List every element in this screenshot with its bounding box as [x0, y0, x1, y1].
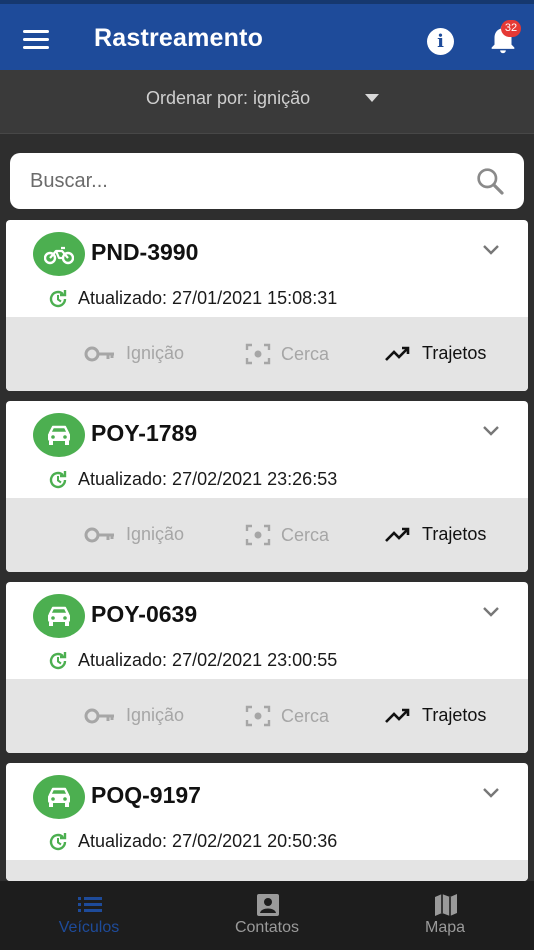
nav-vehicles-label: Veículos — [58, 919, 120, 936]
vehicle-actions: Ignição Cerca Trajetos — [6, 498, 528, 572]
update-clock-icon — [49, 652, 67, 670]
bottom-navigation: Veículos Contatos Mapa — [0, 881, 534, 950]
last-update-text: Atualizado: 27/02/2021 23:00:55 — [78, 650, 338, 670]
key-icon — [84, 708, 114, 723]
car-icon — [48, 787, 70, 807]
ignition-button[interactable]: Ignição — [84, 524, 184, 545]
update-clock-icon — [49, 833, 67, 851]
vehicle-plate: PND-3990 — [91, 239, 199, 265]
vehicle-avatar — [33, 413, 85, 457]
ignition-button[interactable]: Ignição — [84, 705, 184, 726]
fence-icon — [245, 343, 271, 365]
key-icon — [84, 527, 114, 542]
routes-label: Trajetos — [422, 524, 487, 544]
last-update-text: Atualizado: 27/02/2021 20:50:36 — [78, 831, 338, 851]
sort-label: Ordenar por: ignição — [146, 88, 311, 108]
vehicle-plate: POY-1789 — [91, 420, 198, 446]
motorcycle-icon — [44, 246, 74, 265]
car-icon — [48, 425, 70, 445]
sort-bar[interactable]: Ordenar por: ignição — [0, 70, 534, 134]
notification-badge: 32 — [501, 20, 521, 37]
last-update-text: Atualizado: 27/01/2021 15:08:31 — [78, 288, 338, 308]
info-icon[interactable]: i — [427, 28, 454, 55]
update-clock-icon — [49, 290, 67, 308]
routes-button[interactable]: Trajetos — [384, 524, 486, 545]
vehicle-plate: POY-0639 — [91, 601, 198, 627]
fence-label: Cerca — [281, 705, 330, 726]
ignition-button[interactable]: Ignição — [84, 343, 184, 364]
list-icon — [78, 897, 102, 912]
chevron-down-icon[interactable] — [482, 425, 500, 437]
chevron-down-icon[interactable] — [482, 787, 500, 799]
contact-icon — [257, 894, 279, 916]
page-title: Rastreamento — [94, 24, 264, 52]
nav-vehicles[interactable]: Veículos — [0, 881, 178, 950]
vehicle-card[interactable]: PND-3990 Atualizado: 27/01/2021 15:08:31… — [6, 220, 528, 391]
search-input[interactable] — [30, 163, 460, 199]
last-update-text: Atualizado: 27/02/2021 23:26:53 — [78, 469, 338, 489]
vehicle-avatar — [33, 775, 85, 819]
vehicle-card[interactable]: POQ-9197 Atualizado: 27/02/2021 20:50:36 — [6, 763, 528, 881]
map-icon — [435, 894, 457, 916]
vehicle-card[interactable]: POY-1789 Atualizado: 27/02/2021 23:26:53… — [6, 401, 528, 572]
ignition-label: Ignição — [126, 524, 185, 544]
routes-button[interactable]: Trajetos — [384, 343, 486, 364]
fence-button[interactable]: Cerca — [245, 705, 329, 727]
vehicle-actions: Ignição Cerca Trajetos — [6, 679, 528, 753]
fence-icon — [245, 524, 271, 546]
vehicle-avatar — [33, 594, 85, 638]
ignition-label: Ignição — [126, 343, 185, 363]
trending-up-icon — [385, 708, 410, 723]
app-bar: Rastreamento i 32 — [0, 0, 534, 70]
fence-icon — [245, 705, 271, 727]
vehicle-plate: POQ-9197 — [91, 782, 201, 808]
routes-button[interactable]: Trajetos — [384, 705, 486, 726]
nav-map[interactable]: Mapa — [356, 881, 534, 950]
chevron-down-icon[interactable] — [482, 606, 500, 618]
update-clock-icon — [49, 471, 67, 489]
routes-label: Trajetos — [422, 705, 487, 725]
routes-label: Trajetos — [422, 343, 487, 363]
nav-contacts[interactable]: Contatos — [178, 881, 356, 950]
vehicle-card[interactable]: POY-0639 Atualizado: 27/02/2021 23:00:55… — [6, 582, 528, 753]
chevron-down-icon[interactable] — [482, 244, 500, 256]
vehicle-actions — [6, 860, 528, 881]
nav-contacts-label: Contatos — [234, 919, 300, 936]
ignition-label: Ignição — [126, 705, 185, 725]
vehicle-actions: Ignição Cerca Trajetos — [6, 317, 528, 391]
fence-label: Cerca — [281, 524, 330, 545]
search-box — [10, 153, 524, 209]
trending-up-icon — [385, 346, 410, 361]
key-icon — [84, 346, 114, 361]
car-icon — [48, 606, 70, 626]
menu-icon[interactable] — [23, 30, 49, 50]
vehicle-avatar — [33, 232, 85, 276]
fence-button[interactable]: Cerca — [245, 343, 329, 365]
fence-label: Cerca — [281, 343, 330, 364]
search-icon[interactable] — [474, 165, 506, 197]
trending-up-icon — [385, 527, 410, 542]
nav-map-label: Mapa — [424, 919, 466, 936]
fence-button[interactable]: Cerca — [245, 524, 329, 546]
caret-down-icon[interactable] — [365, 94, 379, 102]
